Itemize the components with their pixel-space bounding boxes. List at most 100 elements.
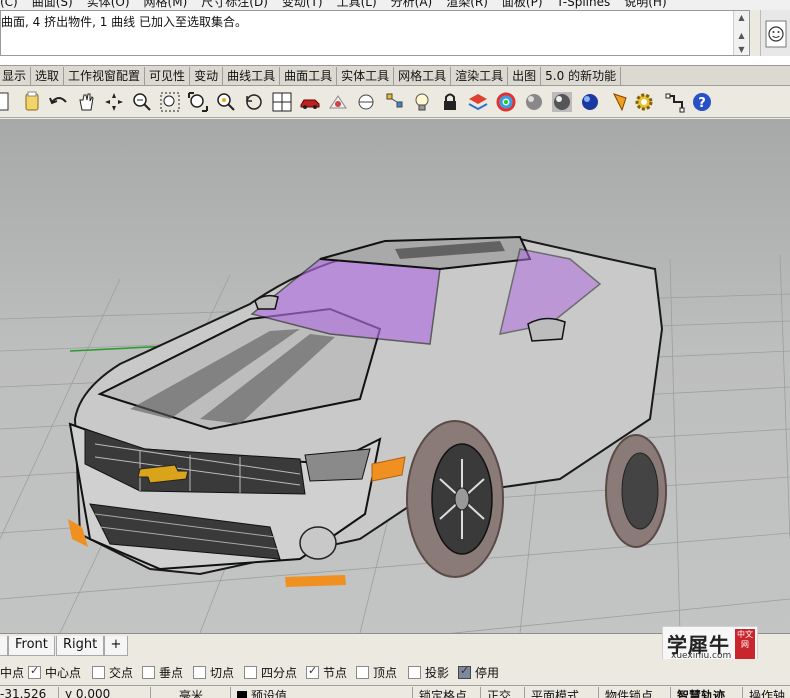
tab-9[interactable]: 渲染工具: [451, 67, 509, 85]
menu-item[interactable]: 说明(H): [624, 0, 666, 10]
command-history: 曲面, 4 挤出物件, 1 曲线 已加入至选取集合。 ▲ ▲ ▼: [0, 10, 750, 56]
osnap-checkbox[interactable]: [458, 664, 471, 679]
osnap-4[interactable]: 切点: [193, 664, 234, 681]
viewport-tab-partial[interactable]: [0, 636, 8, 656]
four-viewports-icon[interactable]: [270, 90, 294, 114]
osnap-3[interactable]: 垂点: [142, 664, 183, 681]
open-file-icon[interactable]: [20, 90, 44, 114]
rotate-view-icon[interactable]: [102, 90, 126, 114]
coord-y-box: y 0.000: [58, 687, 110, 698]
scroll-up-icon[interactable]: ▲: [734, 11, 749, 25]
tab-1[interactable]: 选取: [31, 67, 65, 85]
watermark-logo: 学犀牛 xuexiniu.com 中文网: [662, 626, 758, 662]
osnap-checkbox[interactable]: [408, 666, 421, 679]
help-icon[interactable]: ?: [690, 90, 714, 114]
menu-item[interactable]: 工具(L): [337, 0, 377, 10]
menu-item[interactable]: 网格(M): [144, 0, 188, 10]
osnap-9[interactable]: 停用: [458, 664, 499, 681]
tab-11[interactable]: 5.0 的新功能: [541, 67, 622, 85]
osnap-label: 节点: [323, 666, 348, 680]
undo-icon[interactable]: [47, 90, 71, 114]
menu-item[interactable]: 分析(A): [391, 0, 433, 10]
grasshopper-icon[interactable]: [664, 90, 688, 114]
osnap-5[interactable]: 四分点: [244, 664, 297, 681]
tab-3[interactable]: 可见性: [145, 67, 191, 85]
shaded-sphere-icon[interactable]: [522, 90, 546, 114]
status-ortho[interactable]: 正交: [480, 687, 511, 698]
zoom-icon[interactable]: [130, 90, 154, 114]
osnap-checkbox[interactable]: [356, 666, 369, 679]
menu-item[interactable]: 实体(O): [87, 0, 130, 10]
menu-item[interactable]: 曲面(S): [32, 0, 73, 10]
tab-4[interactable]: 变动: [190, 67, 224, 85]
menu-item[interactable]: 变动(T): [282, 0, 323, 10]
osnap-checkbox[interactable]: [92, 666, 105, 679]
layer-color-swatch: [237, 691, 247, 698]
osnap-0[interactable]: 中点: [0, 664, 24, 681]
menu-items: (C) 曲面(S) 实体(O) 网格(M) 尺寸标注(D) 变动(T) 工具(L) 分析(A)…: [0, 0, 681, 10]
status-planar[interactable]: 平面模式: [524, 687, 579, 698]
settings-gear-icon[interactable]: [632, 90, 656, 114]
tab-8[interactable]: 网格工具: [394, 67, 452, 85]
menu-item[interactable]: (C): [0, 0, 18, 9]
viewport-tab-right[interactable]: Right: [56, 636, 105, 656]
car-icon[interactable]: [298, 90, 322, 114]
select-points-icon[interactable]: [383, 90, 407, 114]
osnap-label: 切点: [210, 666, 235, 680]
zoom-extents-icon[interactable]: [186, 90, 210, 114]
menu-item[interactable]: T-Splines: [557, 0, 611, 9]
osnap-6[interactable]: 节点: [306, 664, 347, 681]
status-bar: -31.526 y 0.000 毫米 预设值 锁定格点 正交 平面模式 物件锁点…: [0, 685, 790, 698]
layer-icon[interactable]: [466, 90, 490, 114]
scroll-down-icon[interactable]: ▼: [734, 43, 749, 57]
smiley-icon[interactable]: [760, 10, 790, 58]
status-grid-snap[interactable]: 锁定格点: [412, 687, 467, 698]
command-history-scrollbar[interactable]: ▲ ▲ ▼: [733, 11, 749, 55]
layer-name: 预设值: [251, 689, 288, 698]
zoom-window-icon[interactable]: [158, 90, 182, 114]
status-gumball[interactable]: 操作轴: [742, 687, 785, 698]
osnap-checkbox[interactable]: [193, 666, 206, 679]
main-toolbar: ?: [0, 86, 790, 118]
tab-6[interactable]: 曲面工具: [280, 67, 338, 85]
osnap-checkbox[interactable]: [28, 664, 41, 679]
add-viewport-button[interactable]: +: [104, 636, 128, 656]
pan-hand-icon[interactable]: [74, 90, 98, 114]
menu-item[interactable]: 面板(P): [502, 0, 543, 10]
menu-item[interactable]: 渲染(R): [446, 0, 488, 10]
osnap-7[interactable]: 顶点: [356, 664, 397, 681]
menu-item[interactable]: 尺寸标注(D): [201, 0, 268, 10]
tab-10[interactable]: 出图: [508, 67, 542, 85]
snap-icon[interactable]: [354, 90, 378, 114]
rendered-sphere-icon[interactable]: [550, 90, 574, 114]
units[interactable]: 毫米: [150, 687, 203, 698]
zoom-selected-icon[interactable]: [214, 90, 238, 114]
osnap-8[interactable]: 投影: [408, 664, 449, 681]
osnap-checkbox[interactable]: [244, 666, 257, 679]
tab-2[interactable]: 工作视窗配置: [64, 67, 146, 85]
show-objects-icon[interactable]: [326, 90, 350, 114]
new-file-icon[interactable]: [0, 90, 14, 114]
osnap-1[interactable]: 中心点: [28, 664, 81, 681]
osnap-checkbox[interactable]: [306, 664, 319, 679]
scroll-down-icon[interactable]: ▲: [734, 29, 749, 43]
camaro-model[interactable]: [68, 235, 667, 587]
command-input[interactable]: [0, 56, 790, 66]
undo-view-icon[interactable]: [242, 90, 266, 114]
viewport-tab-front[interactable]: Front: [8, 636, 55, 656]
tab-5[interactable]: 曲线工具: [223, 67, 281, 85]
blue-sphere-icon[interactable]: [578, 90, 602, 114]
tab-0[interactable]: 显示: [0, 67, 32, 85]
lightbulb-icon[interactable]: [410, 90, 434, 114]
paint-icon[interactable]: [610, 90, 634, 114]
lock-icon[interactable]: [438, 90, 462, 114]
status-smarttrack[interactable]: 智慧轨迹: [670, 687, 725, 698]
color-wheel-icon[interactable]: [494, 90, 518, 114]
osnap-2[interactable]: 交点: [92, 664, 133, 681]
status-osnap[interactable]: 物件锁点: [598, 687, 653, 698]
perspective-viewport[interactable]: [0, 119, 790, 633]
tab-7[interactable]: 实体工具: [337, 67, 395, 85]
osnap-checkbox[interactable]: [142, 666, 155, 679]
osnap-label: 交点: [109, 666, 134, 680]
layer-box[interactable]: 预设值: [230, 687, 287, 698]
